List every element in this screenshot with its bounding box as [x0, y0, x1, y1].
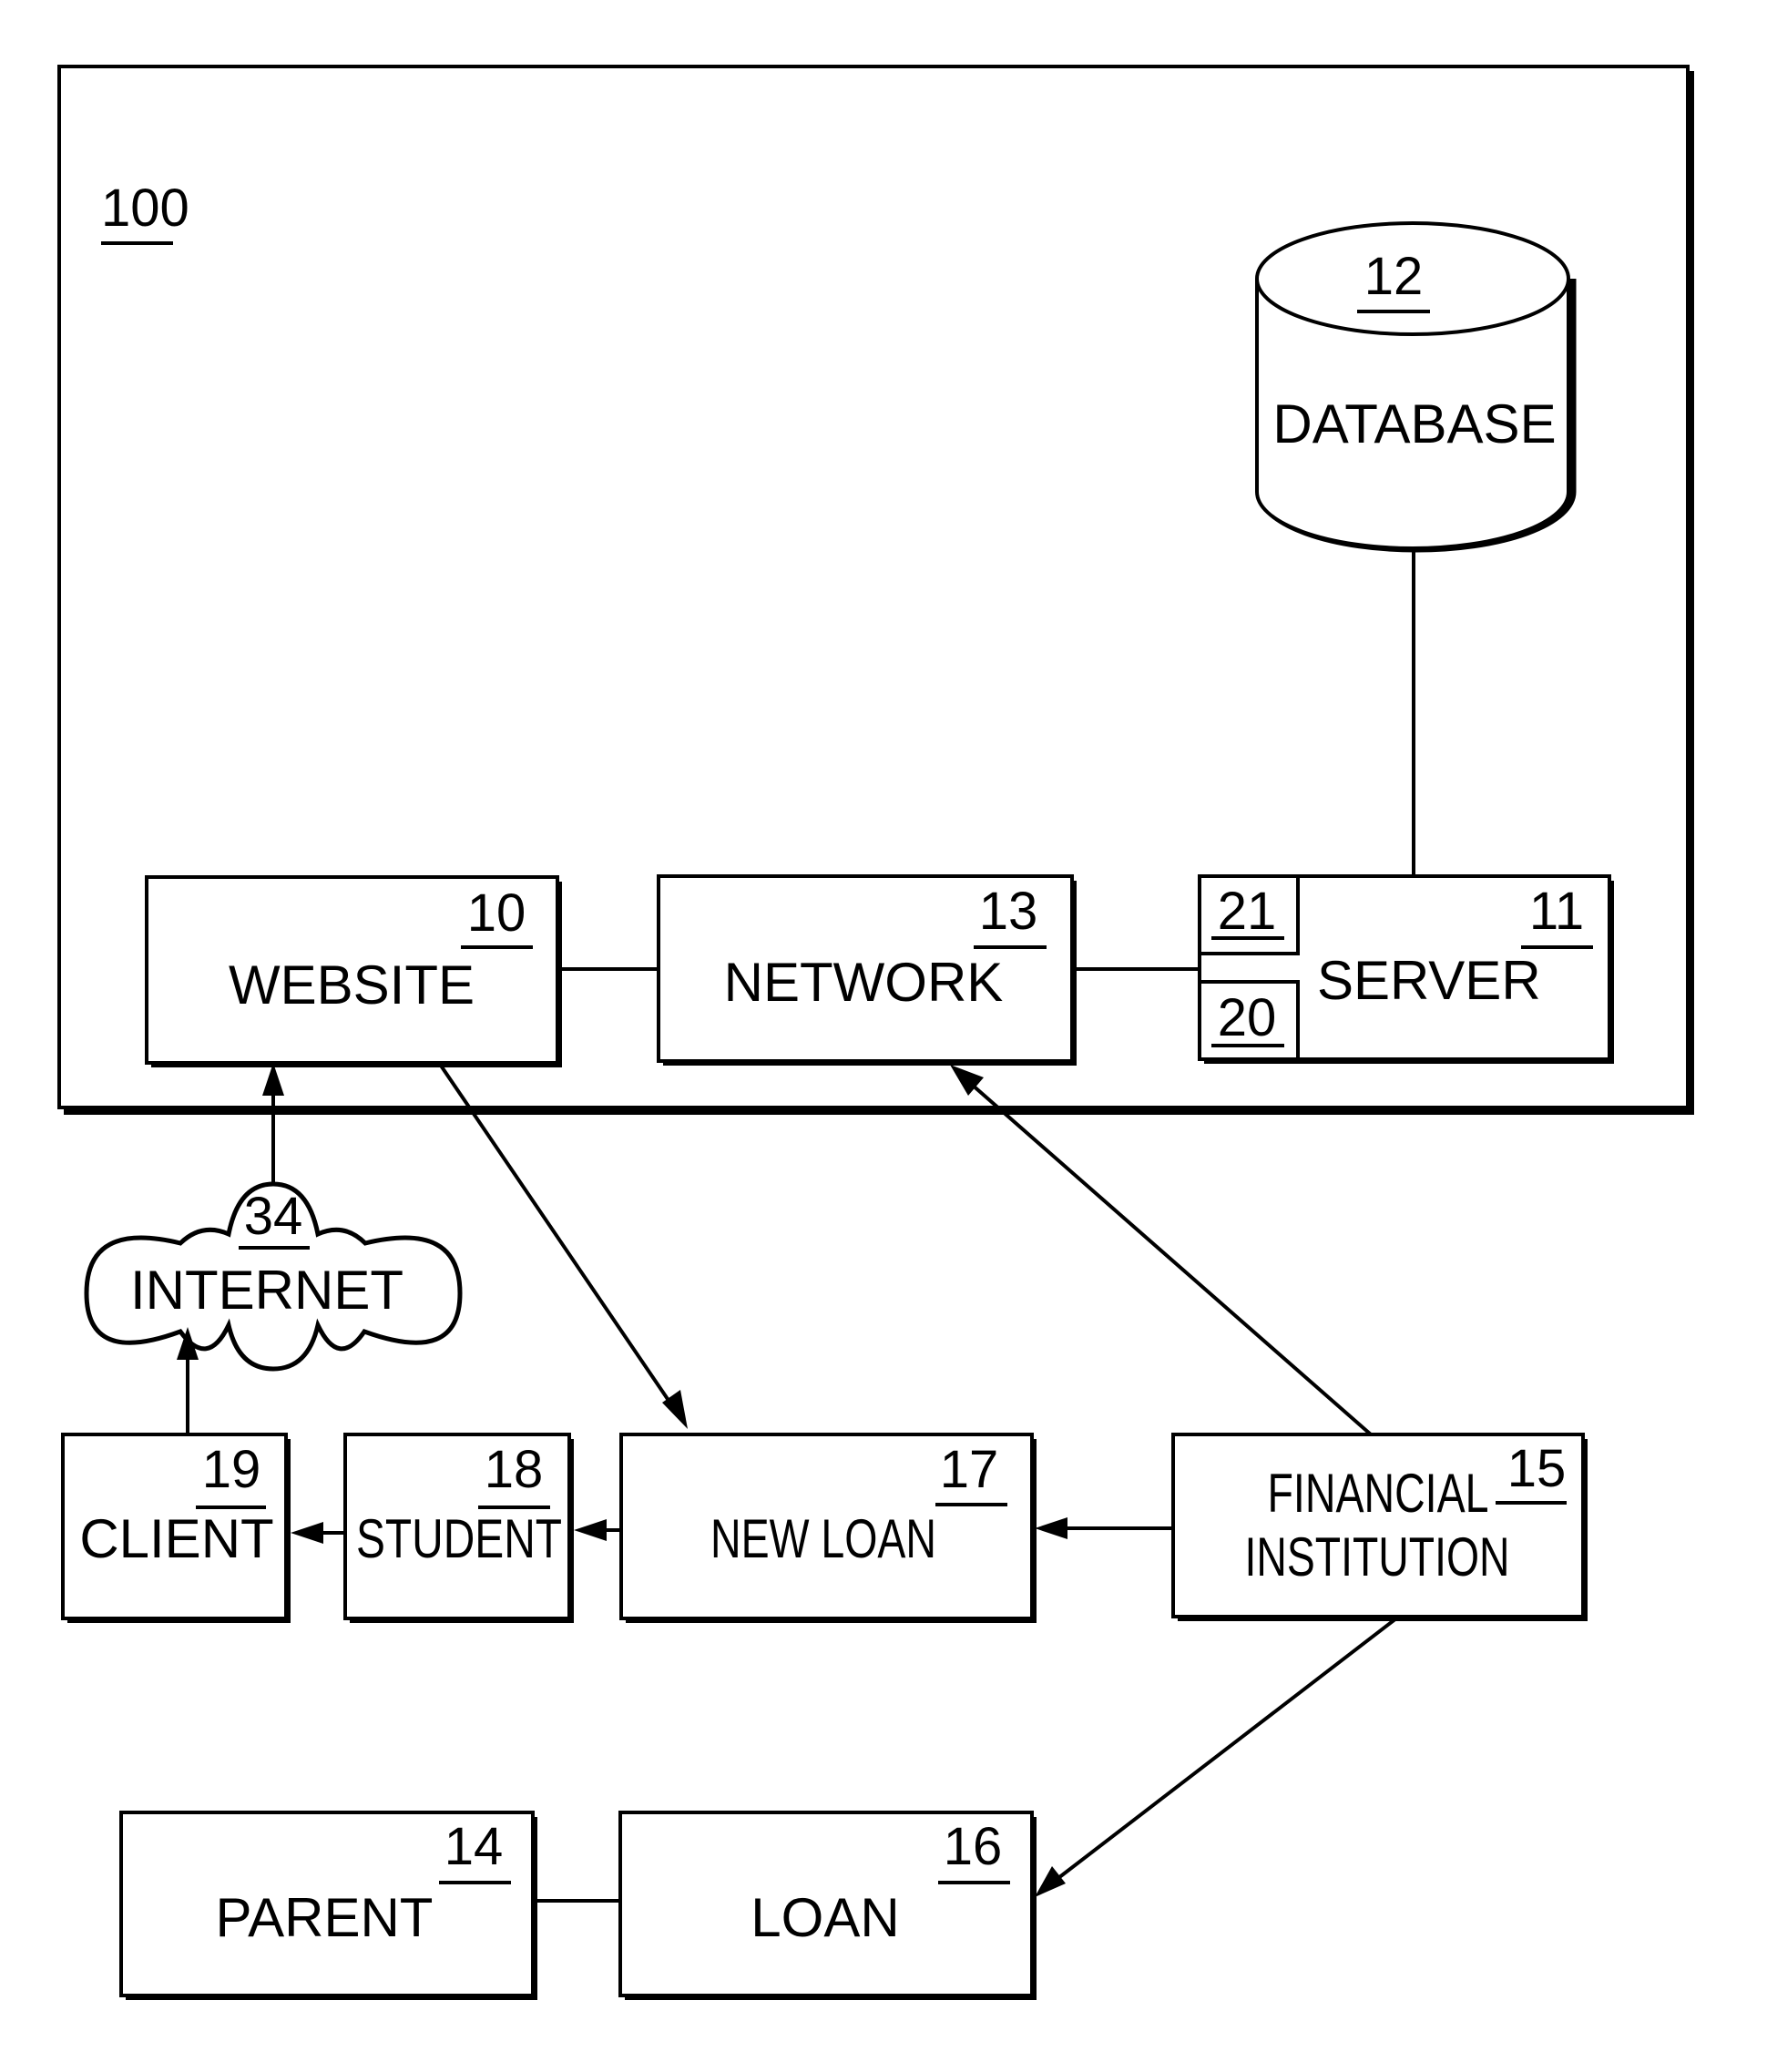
server-ref: 11 — [1529, 882, 1584, 941]
new-loan-label: NEW LOAN — [710, 1508, 936, 1569]
server-node: 21 20 SERVER 11 — [1198, 874, 1614, 1064]
edge-newloan-student — [574, 1519, 621, 1541]
student-label: STUDENT — [356, 1508, 562, 1569]
edge-student-client — [291, 1522, 345, 1544]
internet-label: INTERNET — [130, 1260, 403, 1321]
loan-ref: 16 — [944, 1817, 1003, 1876]
new-loan-ref: 17 — [940, 1440, 999, 1499]
edge-fi-newloan — [1035, 1517, 1173, 1539]
financial-institution-ref: 15 — [1507, 1439, 1567, 1498]
server-sub-ref-21: 21 — [1218, 882, 1277, 941]
parent-label: PARENT — [216, 1887, 434, 1948]
student-node: STUDENT 18 — [343, 1433, 574, 1623]
network-ref: 13 — [979, 882, 1038, 941]
internet-ref: 34 — [244, 1187, 303, 1246]
parent-node: PARENT 14 — [119, 1811, 537, 2000]
client-ref: 19 — [202, 1440, 261, 1499]
edge-fi-network — [950, 1065, 1373, 1436]
client-node: CLIENT 19 — [61, 1433, 291, 1623]
edge-fi-loan — [1035, 1617, 1398, 1897]
website-ref: 10 — [467, 883, 526, 943]
financial-institution-label-line1: FINANCIAL — [1268, 1463, 1489, 1524]
database-node: 12 DATABASE — [1255, 221, 1577, 553]
website-node: WEBSITE 10 — [145, 875, 562, 1067]
system-ref: 100 — [101, 179, 189, 238]
parent-ref: 14 — [444, 1817, 504, 1876]
network-label: NETWORK — [724, 952, 1004, 1013]
new-loan-node: NEW LOAN 17 — [619, 1433, 1037, 1623]
loan-label: LOAN — [751, 1887, 899, 1948]
edge-website-newloan — [437, 1061, 688, 1429]
server-label: SERVER — [1317, 950, 1541, 1011]
system-diagram: 100 12 DATABASE WEBSITE 10 NETWORK 13 21 — [57, 65, 1694, 2000]
financial-institution-node: FINANCIAL INSTITUTION 15 — [1171, 1433, 1588, 1621]
website-label: WEBSITE — [229, 954, 475, 1016]
client-label: CLIENT — [79, 1508, 273, 1569]
server-sub-ref-20: 20 — [1218, 988, 1277, 1047]
internet-node: 34 INTERNET — [84, 1181, 463, 1372]
student-ref: 18 — [485, 1440, 544, 1499]
database-label: DATABASE — [1272, 393, 1556, 454]
loan-node: LOAN 16 — [618, 1811, 1037, 2000]
network-node: NETWORK 13 — [657, 874, 1077, 1066]
database-ref: 12 — [1364, 247, 1424, 306]
financial-institution-label-line2: INSTITUTION — [1245, 1526, 1510, 1587]
